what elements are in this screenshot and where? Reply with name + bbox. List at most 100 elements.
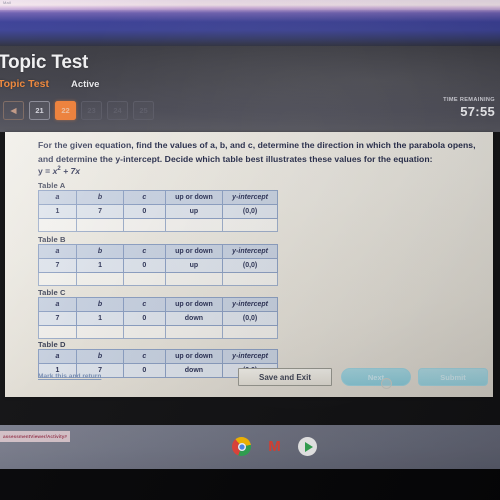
table-a-label: Table A	[38, 181, 66, 190]
table-a-value-direction: up	[164, 204, 224, 219]
question-button-21[interactable]: 21	[29, 101, 50, 120]
table-c-header-c: c	[123, 297, 166, 312]
table-d-header-a: a	[38, 349, 77, 364]
question-prompt: For the given equation, find the values …	[38, 139, 488, 166]
table-row: a b c up or down y-intercept	[38, 190, 278, 205]
table-c-header-a: a	[38, 297, 77, 312]
screen-bezel-bottom	[0, 469, 500, 500]
time-remaining-value: 57:55	[460, 104, 495, 119]
equation-lhs: y =	[38, 166, 51, 176]
table-d-value-c: 0	[123, 363, 166, 378]
table-c[interactable]: a b c up or down y-intercept 7 1 0 down …	[38, 297, 278, 339]
browser-tab-label: Mail	[3, 0, 12, 5]
table-a-blank-3	[123, 218, 166, 232]
table-a-value-b: 7	[75, 204, 125, 219]
equation: y = x2 + 7x	[38, 166, 80, 176]
table-row: a b c up or down y-intercept	[38, 297, 278, 312]
mark-this-and-return-link[interactable]: Mark this and return	[38, 373, 101, 380]
table-row: 7 1 0 down (0,0)	[38, 311, 278, 326]
table-b-value-yintercept: (0,0)	[222, 258, 278, 273]
play-store-icon[interactable]	[298, 437, 317, 456]
table-row: a b c up or down y-intercept	[38, 349, 278, 364]
table-a-header-yintercept: y-intercept	[222, 190, 278, 205]
table-d-header-yintercept: y-intercept	[222, 349, 278, 364]
table-a-blank-2	[75, 218, 125, 232]
table-a-blank-4	[164, 218, 224, 232]
table-row	[38, 218, 278, 232]
table-b-blank-1	[38, 272, 77, 286]
table-d-value-direction: down	[164, 363, 224, 378]
question-button-22[interactable]: 22	[55, 101, 76, 120]
table-a-header-a: a	[38, 190, 77, 205]
table-a-blank-1	[38, 218, 77, 232]
table-c-header-b: b	[75, 297, 125, 312]
url-status-chip: assessmentViewer/Activity#	[0, 431, 71, 442]
table-b[interactable]: a b c up or down y-intercept 7 1 0 up (0…	[38, 244, 278, 286]
table-c-value-direction: down	[164, 311, 224, 326]
table-c-blank-4	[164, 325, 224, 339]
gmail-icon[interactable]: M	[265, 437, 284, 456]
table-b-blank-3	[123, 272, 166, 286]
browser-chrome-band: Mail	[0, 0, 500, 46]
time-remaining: TIME REMAINING 57:55	[443, 97, 495, 119]
table-a-value-c: 0	[123, 204, 166, 219]
question-line-2: determine the y-intercept. Decide which …	[55, 153, 433, 164]
table-row: a b c up or down y-intercept	[38, 244, 278, 259]
table-a-header-direction: up or down	[164, 190, 224, 205]
table-d-header-c: c	[123, 349, 166, 364]
mouse-cursor	[381, 378, 392, 389]
table-a-blank-5	[222, 218, 278, 232]
table-row	[38, 325, 278, 339]
question-card: For the given equation, find the values …	[5, 132, 493, 397]
table-b-blank-5	[222, 272, 278, 286]
table-c-label: Table C	[38, 288, 66, 297]
table-a[interactable]: a b c up or down y-intercept 1 7 0 up (0…	[38, 190, 278, 232]
equation-rest: + 7x	[63, 166, 81, 176]
table-c-value-c: 0	[123, 311, 166, 326]
equation-exponent: 2	[57, 166, 61, 173]
table-c-blank-3	[123, 325, 166, 339]
submit-button[interactable]: Submit	[418, 368, 488, 386]
table-b-value-direction: up	[164, 258, 224, 273]
header-tabs: Topic Test Active	[0, 78, 99, 90]
previous-question-button[interactable]: ◀	[3, 101, 24, 120]
table-a-value-a: 1	[38, 204, 77, 219]
table-c-value-b: 1	[75, 311, 125, 326]
shelf-icon-group[interactable]: M	[232, 437, 317, 456]
table-c-blank-1	[38, 325, 77, 339]
table-b-value-a: 7	[38, 258, 77, 273]
screen-photo: Mail Topic Test Topic Test Active ◀ 21 2…	[0, 0, 500, 500]
question-button-25[interactable]: 25	[133, 101, 154, 120]
table-row	[38, 272, 278, 286]
table-a-header-b: b	[75, 190, 125, 205]
tab-topic-test[interactable]: Topic Test	[0, 78, 49, 90]
table-b-label: Table B	[38, 235, 66, 244]
table-b-blank-4	[164, 272, 224, 286]
table-c-header-direction: up or down	[164, 297, 224, 312]
table-b-value-b: 1	[75, 258, 125, 273]
save-and-exit-button[interactable]: Save and Exit	[238, 368, 332, 386]
table-b-header-c: c	[123, 244, 166, 259]
table-d-header-direction: up or down	[164, 349, 224, 364]
next-button[interactable]: Next	[341, 368, 411, 386]
table-row: 1 7 0 up (0,0)	[38, 204, 278, 219]
chrome-icon[interactable]	[232, 437, 251, 456]
table-c-value-a: 7	[38, 311, 77, 326]
page-title: Topic Test	[0, 52, 89, 73]
table-b-header-yintercept: y-intercept	[222, 244, 278, 259]
table-b-header-a: a	[38, 244, 77, 259]
table-d-header-b: b	[75, 349, 125, 364]
table-c-value-yintercept: (0,0)	[222, 311, 278, 326]
table-b-value-c: 0	[123, 258, 166, 273]
table-c-blank-5	[222, 325, 278, 339]
question-button-24[interactable]: 24	[107, 101, 128, 120]
table-a-header-c: c	[123, 190, 166, 205]
table-d-label: Table D	[38, 340, 66, 349]
question-button-23[interactable]: 23	[81, 101, 102, 120]
table-b-blank-2	[75, 272, 125, 286]
question-navigation[interactable]: ◀ 21 22 23 24 25	[3, 101, 154, 120]
status-badge-active: Active	[70, 78, 100, 90]
table-row: 7 1 0 up (0,0)	[38, 258, 278, 273]
time-remaining-label: TIME REMAINING	[443, 97, 495, 103]
table-b-header-b: b	[75, 244, 125, 259]
